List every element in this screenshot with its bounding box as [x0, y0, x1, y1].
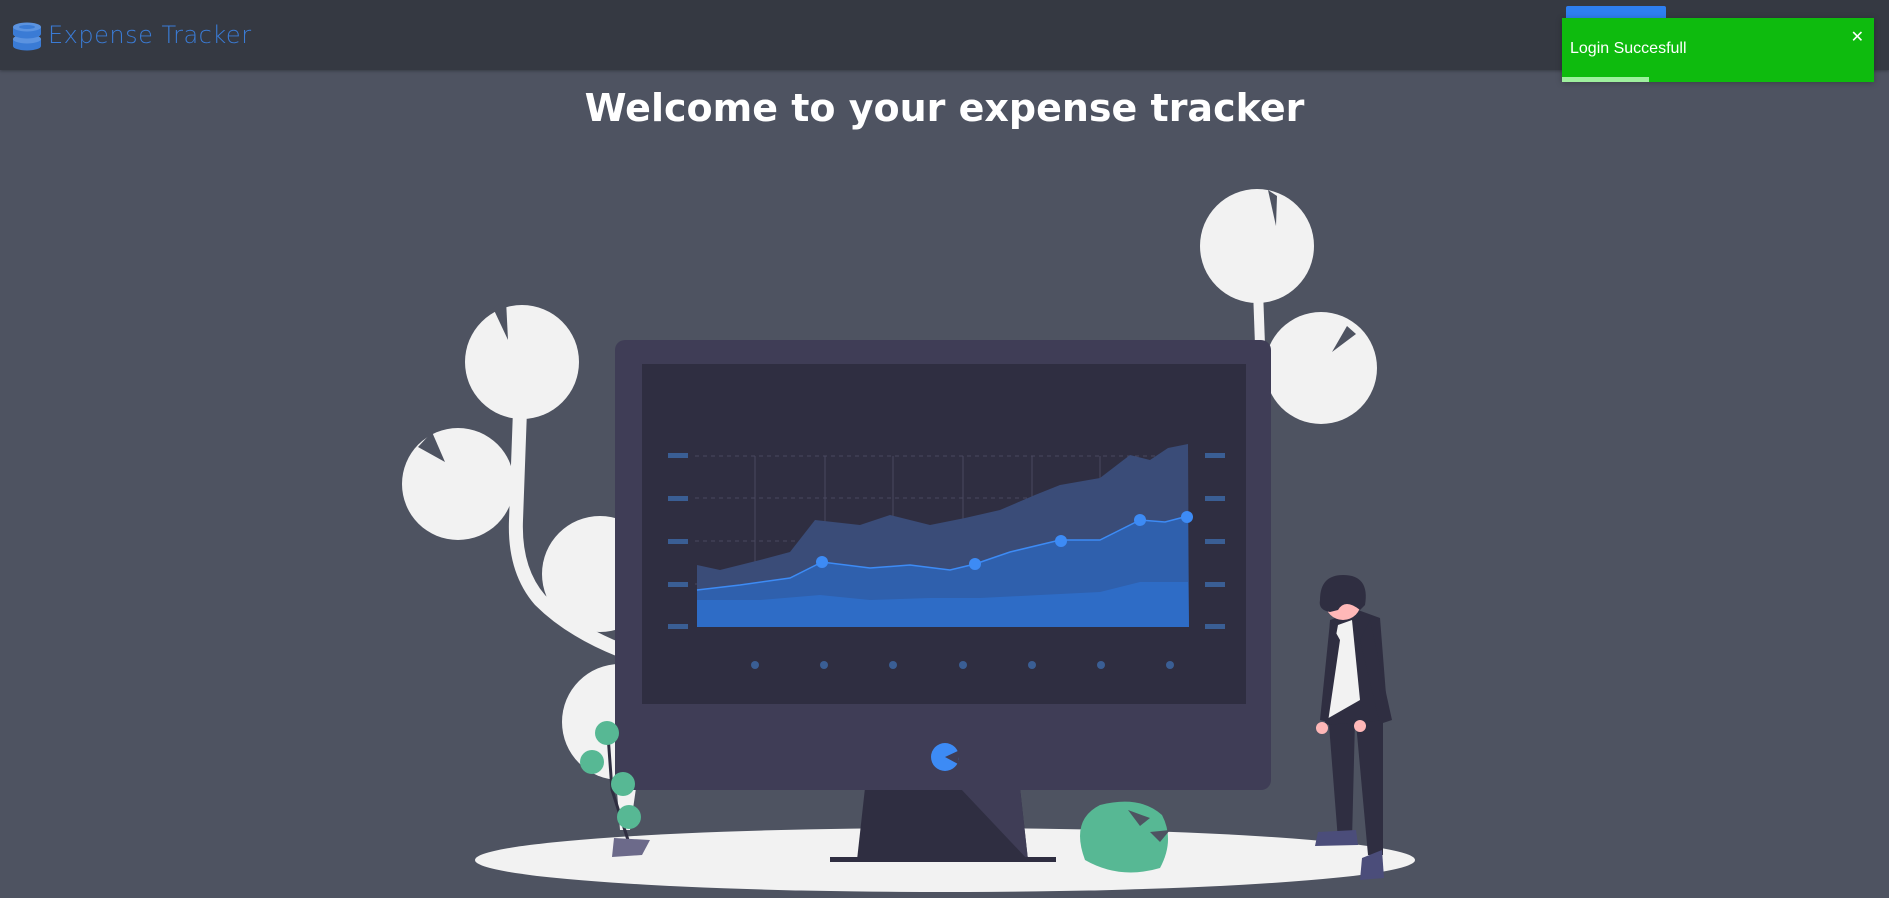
- toast-message: Login Succesfull: [1570, 40, 1687, 57]
- person: [1315, 575, 1392, 880]
- close-icon[interactable]: ✕: [1851, 30, 1864, 46]
- bush: [1080, 801, 1170, 873]
- dashboard-illustration: [402, 189, 1415, 892]
- login-toast: Login Succesfull ✕: [1562, 18, 1874, 82]
- toast-progress-bar: [1562, 77, 1650, 82]
